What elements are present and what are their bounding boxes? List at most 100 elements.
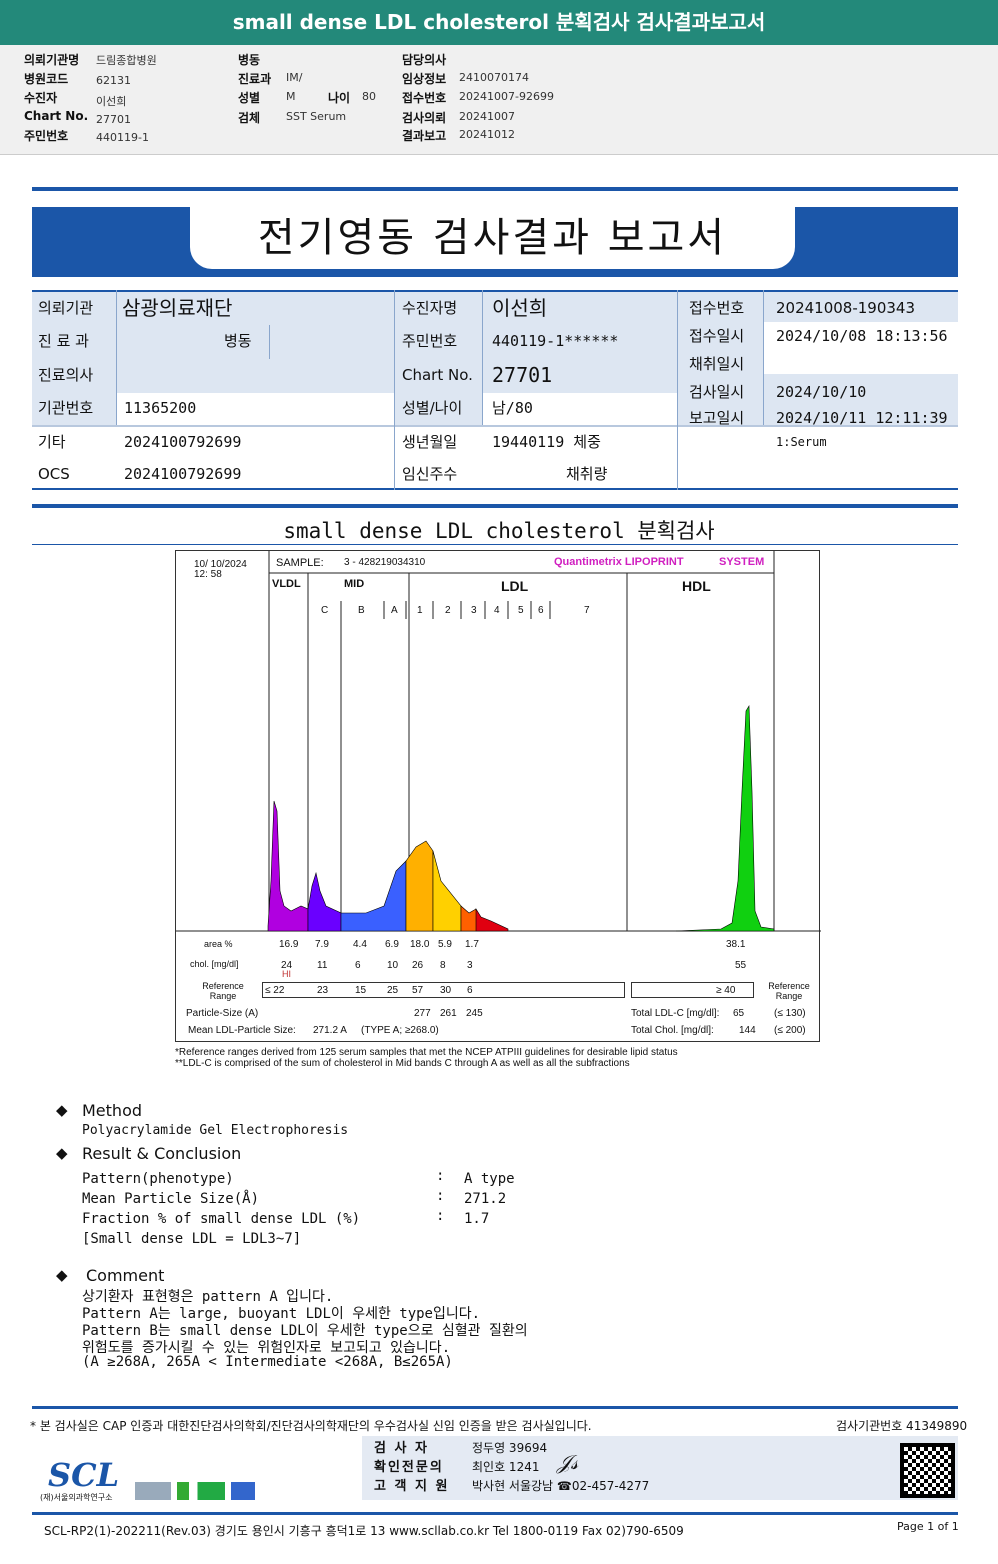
field-label: 보고일시 xyxy=(689,409,745,427)
subband-label: 5 xyxy=(518,605,524,616)
subband-label: C xyxy=(321,605,329,616)
note-2: **LDL-C is comprised of the sum of chole… xyxy=(175,1058,630,1069)
diamond-icon: ◆ xyxy=(56,1144,68,1162)
method-text: Polyacrylamide Gel Electrophoresis xyxy=(82,1123,349,1138)
banner: 전기영동 검사결과 보고서 xyxy=(32,207,958,277)
colon: : xyxy=(436,1188,445,1204)
field-value: 19440119 체중 xyxy=(492,433,601,451)
info-label: 임상정보 xyxy=(402,72,447,86)
field-value: 채취량 xyxy=(566,465,608,483)
trace-fraction xyxy=(307,871,342,932)
particle-size: 277 xyxy=(414,1008,431,1019)
result-value: 1.7 xyxy=(464,1211,490,1227)
subband-label: 7 xyxy=(584,605,590,616)
info-label: 병원코드 xyxy=(24,72,69,86)
qr-code xyxy=(900,1443,955,1498)
field-value: 2024/10/08 18:13:56 xyxy=(776,327,948,345)
ref-range-box xyxy=(262,982,625,998)
info-label: Chart No. xyxy=(24,109,89,123)
result-label: Pattern(phenotype) xyxy=(82,1171,234,1187)
result-title: Result & Conclusion xyxy=(82,1144,242,1163)
field-value: 남/80 xyxy=(492,399,533,417)
particle-size: 245 xyxy=(466,1008,483,1019)
sign-role: 확인전문의 xyxy=(374,1460,444,1475)
field-label: 수진자명 xyxy=(402,299,458,317)
info-value: 27701 xyxy=(96,113,131,126)
subband-label: 6 xyxy=(538,605,544,616)
info-label: 접수번호 xyxy=(402,91,447,105)
diamond-icon: ◆ xyxy=(56,1101,68,1119)
banner-title: 전기영동 검사결과 보고서 xyxy=(190,207,795,269)
hdl-chol: 55 xyxy=(735,960,747,971)
info-label: 의뢰기관명 xyxy=(24,53,80,67)
chol-label: chol. [mg/dl] xyxy=(190,959,239,969)
area-value: 4.4 xyxy=(353,939,367,950)
chol-value: 11 xyxy=(317,960,328,971)
area-value: 7.9 xyxy=(315,939,329,950)
section-title: small dense LDL cholesterol 분획검사 xyxy=(283,519,715,543)
subband-label: 2 xyxy=(445,605,451,616)
hdl-ref-box xyxy=(631,982,754,998)
field-label: 주민번호 xyxy=(402,332,458,350)
total-ldl-ref: (≤ 130) xyxy=(774,1008,806,1019)
result-label: Mean Particle Size(Å) xyxy=(82,1191,260,1207)
info-value: 2410070174 xyxy=(459,71,529,84)
total-chol-label: Total Chol. [mg/dl]: xyxy=(631,1025,714,1036)
comment-line: (A ≥268A, 265A < Intermediate <268A, B≤2… xyxy=(82,1354,453,1370)
report-title-bar: small dense LDL cholesterol 분획검사 검사결과보고서 xyxy=(0,0,998,45)
accreditation-logos xyxy=(135,1482,255,1500)
divider xyxy=(32,187,958,191)
total-chol: 144 xyxy=(739,1025,756,1036)
brand-name: Quantimetrix LIPOPRINT xyxy=(554,556,684,568)
scl-logo-sub: (재)서울의과학연구소 xyxy=(40,1493,113,1502)
field-label: 진료의사 xyxy=(38,366,94,384)
chol-value: 8 xyxy=(440,960,446,971)
info-value: 440119-1 xyxy=(96,131,149,144)
institution-number: 검사기관번호 41349890 xyxy=(836,1419,968,1433)
mean-size-label: Mean LDL-Particle Size: xyxy=(188,1025,296,1036)
brand-system: SYSTEM xyxy=(719,556,765,568)
page-number: Page 1 of 1 xyxy=(897,1520,959,1533)
info-value: 62131 xyxy=(96,74,131,87)
info-label: 수진자 xyxy=(24,91,58,105)
hdl-area: 38.1 xyxy=(726,939,746,950)
subband-label: A xyxy=(391,605,398,616)
total-chol-ref: (≤ 200) xyxy=(774,1025,806,1036)
field-label: 생년월일 xyxy=(402,433,458,451)
divider xyxy=(32,504,958,508)
info-label: 병동 xyxy=(238,53,261,67)
info-label: 결과보고 xyxy=(402,129,447,143)
sign-name: 최인호 1241 xyxy=(472,1460,540,1474)
comment-title: Comment xyxy=(86,1266,165,1285)
field-label: Chart No. xyxy=(402,366,473,384)
sample-label: SAMPLE: xyxy=(276,557,324,569)
area-value: 18.0 xyxy=(410,939,430,950)
signature: 𝒥𝓈 xyxy=(557,1450,579,1474)
result-value: 271.2 xyxy=(464,1191,507,1207)
info-label: 성별 xyxy=(238,91,261,105)
total-ldl: 65 xyxy=(733,1008,745,1019)
band-label: MID xyxy=(344,578,365,590)
result-note: [Small dense LDL = LDL3~7] xyxy=(82,1231,302,1247)
total-ldl-label: Total LDL-C [mg/dl]: xyxy=(631,1008,720,1019)
sign-role: 검 사 자 xyxy=(374,1441,429,1456)
divider xyxy=(32,1406,958,1409)
result-value: A type xyxy=(464,1171,515,1187)
colon: : xyxy=(436,1208,445,1224)
chol-value: 3 xyxy=(467,960,473,971)
field-value: 440119-1****** xyxy=(492,332,619,350)
footer-address: SCL-RP2(1)-202211(Rev.03) 경기도 용인시 기흥구 흥덕… xyxy=(44,1524,684,1538)
particle-size: 261 xyxy=(440,1008,457,1019)
ref-label: Reference Range xyxy=(202,981,244,1001)
field-label: 성별/나이 xyxy=(402,399,463,417)
header-info: 나이 80 의뢰기관명 드림종합병원 병원코드 62131 수진자 이선희 Chart No… xyxy=(0,45,998,155)
area-value: 5.9 xyxy=(438,939,452,950)
area-value: 16.9 xyxy=(279,939,299,950)
lipoprint-chart: 10/ 10/2024 12: 58 SAMPLE: 3 - 428219034310… xyxy=(175,550,821,1042)
divider xyxy=(32,544,958,545)
sample-id: 3 - 428219034310 xyxy=(344,557,426,568)
chol-value: 6 xyxy=(355,960,361,971)
mean-size: 271.2 A xyxy=(313,1025,347,1036)
info-value: 20241012 xyxy=(459,128,515,141)
info-label: 진료과 xyxy=(238,72,272,86)
